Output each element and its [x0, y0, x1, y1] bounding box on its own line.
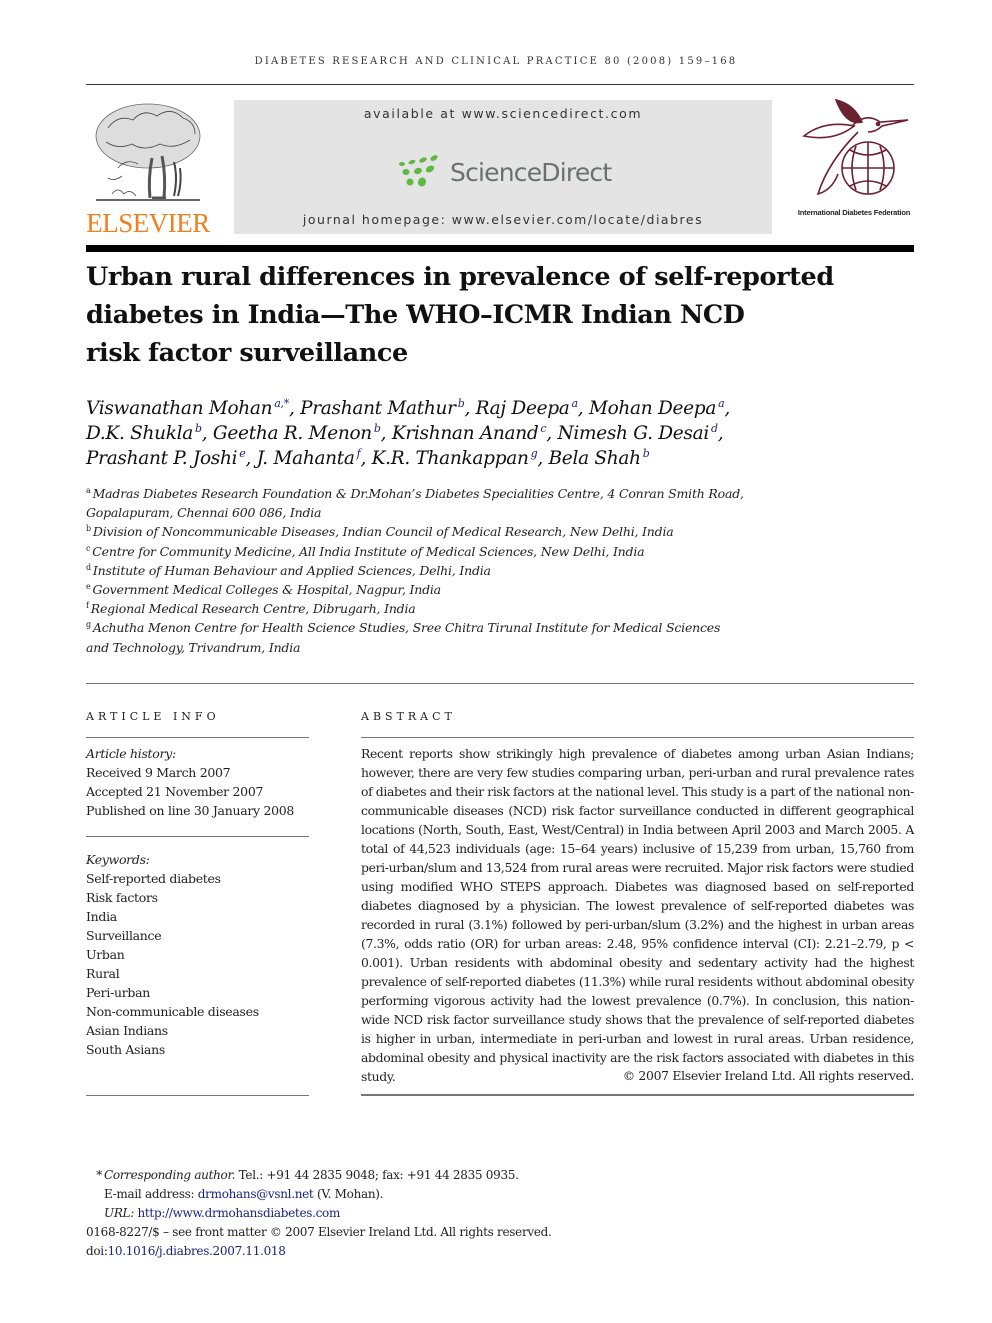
affiliation-item-continued: Gopalapuram, Chennai 600 086, India	[86, 505, 322, 521]
header-rule	[86, 84, 914, 85]
affiliation-marker[interactable]: b	[458, 397, 465, 410]
url-link[interactable]: http://www.drmohansdiabetes.com	[137, 1206, 340, 1220]
affiliation-item: c Centre for Community Medicine, All Indi…	[86, 543, 645, 559]
idf-logo[interactable]: International Diabetes Federation	[790, 96, 918, 224]
corresponding-label: Corresponding author.	[104, 1168, 236, 1182]
history-received: Received 9 March 2007	[86, 765, 231, 780]
author-name[interactable]: Nimesh G. Desai	[557, 423, 709, 444]
keyword-item: Peri-urban	[86, 985, 150, 1000]
title-line: Urban rural differences in prevalence of…	[86, 262, 834, 292]
email-label: E-mail address:	[104, 1187, 198, 1201]
affiliation-list: a Madras Diabetes Research Foundation & D…	[86, 484, 806, 657]
author-name[interactable]: K.R. Thankappan	[372, 448, 529, 469]
affiliation-item: e Government Medical Colleges & Hospital,…	[86, 582, 441, 598]
abstract-rule	[361, 737, 914, 738]
author-name[interactable]: Viswanathan Mohan	[86, 398, 273, 419]
affiliation-item: f Regional Medical Research Centre, Dibru…	[86, 601, 416, 617]
keyword-item: Urban	[86, 947, 125, 962]
doi-label: doi:	[86, 1244, 108, 1258]
keyword-item: Asian Indians	[86, 1023, 168, 1038]
article-info-bottom-rule	[86, 1095, 309, 1096]
keyword-item: South Asians	[86, 1042, 165, 1057]
url-label: URL:	[104, 1206, 138, 1220]
keywords-rule	[86, 836, 309, 837]
affiliation-marker[interactable]: a,*	[274, 397, 289, 410]
affiliation-marker[interactable]: b	[374, 422, 381, 435]
front-matter-note: 0168-8227/$ – see front matter © 2007 El…	[86, 1225, 552, 1239]
affiliation-item: d Institute of Human Behaviour and Applie…	[86, 562, 491, 578]
author-name[interactable]: Prashant P. Joshi	[86, 448, 238, 469]
footnote-star: *	[96, 1168, 102, 1182]
author-name[interactable]: Krishnan Anand	[392, 423, 539, 444]
sciencedirect-banner: available at www.sciencedirect.com Scien…	[234, 100, 772, 234]
sciencedirect-dots-icon	[399, 155, 438, 187]
author-name[interactable]: Bela Shah	[549, 448, 642, 469]
title-line: diabetes in India—The WHO–ICMR Indian NC…	[86, 300, 745, 330]
elsevier-wordmark: ELSEVIER	[86, 208, 210, 238]
doi-link[interactable]: 10.1016/j.diabres.2007.11.018	[108, 1244, 286, 1258]
email-link[interactable]: drmohans@vsnl.net	[198, 1187, 314, 1201]
title-rule	[86, 245, 914, 252]
affiliation-marker[interactable]: c	[540, 422, 546, 435]
affiliation-marker[interactable]: b	[195, 422, 202, 435]
section-divider	[86, 683, 914, 684]
article-info-rule	[86, 737, 309, 738]
article-history-label: Article history:	[86, 746, 176, 761]
affiliation-marker[interactable]: e	[239, 447, 246, 460]
keywords-label: Keywords:	[86, 852, 150, 867]
affiliation-marker[interactable]: d	[711, 422, 718, 435]
history-accepted: Accepted 21 November 2007	[86, 784, 264, 799]
article-info: Article history: Received 9 March 2007 A…	[86, 744, 309, 1059]
keywords-block: Keywords: Self-reported diabetes Risk fa…	[86, 850, 309, 1059]
keyword-item: Risk factors	[86, 890, 158, 905]
keyword-item: Non-communicable diseases	[86, 1004, 259, 1019]
email-suffix: (V. Mohan).	[313, 1187, 384, 1201]
elsevier-tree-icon	[95, 103, 201, 201]
affiliation-marker[interactable]: f	[357, 447, 361, 460]
keyword-item: Rural	[86, 966, 120, 981]
sciencedirect-wordmark: ScienceDirect	[450, 158, 612, 187]
affiliation-marker[interactable]: a	[572, 397, 579, 410]
keyword-item: Surveillance	[86, 928, 162, 943]
running-header: DIABETES RESEARCH AND CLINICAL PRACTICE …	[254, 56, 738, 67]
affiliation-item: b Division of Noncommunicable Diseases, I…	[86, 524, 674, 540]
abstract-copyright: © 2007 Elsevier Ireland Ltd. All rights …	[622, 1068, 915, 1083]
author-name[interactable]: Geetha R. Menon	[213, 423, 372, 444]
hummingbird-globe-icon	[802, 98, 909, 196]
doi-note: doi:10.1016/j.diabres.2007.11.018	[86, 1242, 686, 1261]
footnotes: * Corresponding author. Tel.: +91 44 2835…	[86, 1166, 686, 1261]
affiliation-marker[interactable]: a	[718, 397, 725, 410]
affiliation-item: g Achutha Menon Centre for Health Science…	[86, 620, 721, 636]
journal-homepage-link[interactable]: journal homepage: www.elsevier.com/locat…	[234, 212, 772, 227]
history-published: Published on line 30 January 2008	[86, 803, 295, 818]
abstract-heading: ABSTRACT	[361, 710, 456, 723]
affiliation-item-continued: and Technology, Trivandrum, India	[86, 639, 301, 655]
elsevier-logo[interactable]: ELSEVIER	[86, 96, 210, 238]
author-name[interactable]: Raj Deepa	[476, 398, 570, 419]
corresponding-contact: Tel.: +91 44 2835 9048; fax: +91 44 2835…	[235, 1168, 519, 1182]
author-name[interactable]: J. Mahanta	[257, 448, 355, 469]
url-note: URL: http://www.drmohansdiabetes.com	[86, 1204, 686, 1223]
affiliation-marker[interactable]: g	[531, 447, 538, 460]
affiliation-item: a Madras Diabetes Research Foundation & D…	[86, 486, 744, 501]
title-line: risk factor surveillance	[86, 338, 408, 368]
sciencedirect-logo[interactable]: ScienceDirect	[398, 152, 612, 194]
keyword-item: Self-reported diabetes	[86, 871, 221, 886]
available-at-link[interactable]: available at www.sciencedirect.com	[234, 106, 772, 121]
author-list: Viswanathan Mohan a,*, Prashant Mathur b, …	[86, 397, 730, 469]
author-name[interactable]: Prashant Mathur	[300, 398, 456, 419]
article-title: Urban rural differences in prevalence of…	[86, 258, 886, 372]
abstract-text: Recent reports show strikingly high prev…	[361, 746, 914, 1084]
article-info-heading: ARTICLE INFO	[86, 710, 220, 723]
abstract-bottom-rule	[361, 1094, 914, 1096]
email-note: E-mail address: drmohans@vsnl.net (V. Mo…	[86, 1185, 686, 1204]
affiliation-marker[interactable]: b	[643, 447, 650, 460]
author-name[interactable]: Mohan Deepa	[589, 398, 716, 419]
author-name[interactable]: D.K. Shukla	[86, 423, 193, 444]
idf-label: International Diabetes Federation	[797, 208, 911, 217]
corresponding-author-note: * Corresponding author. Tel.: +91 44 2835…	[86, 1166, 686, 1185]
keyword-item: India	[86, 909, 117, 924]
